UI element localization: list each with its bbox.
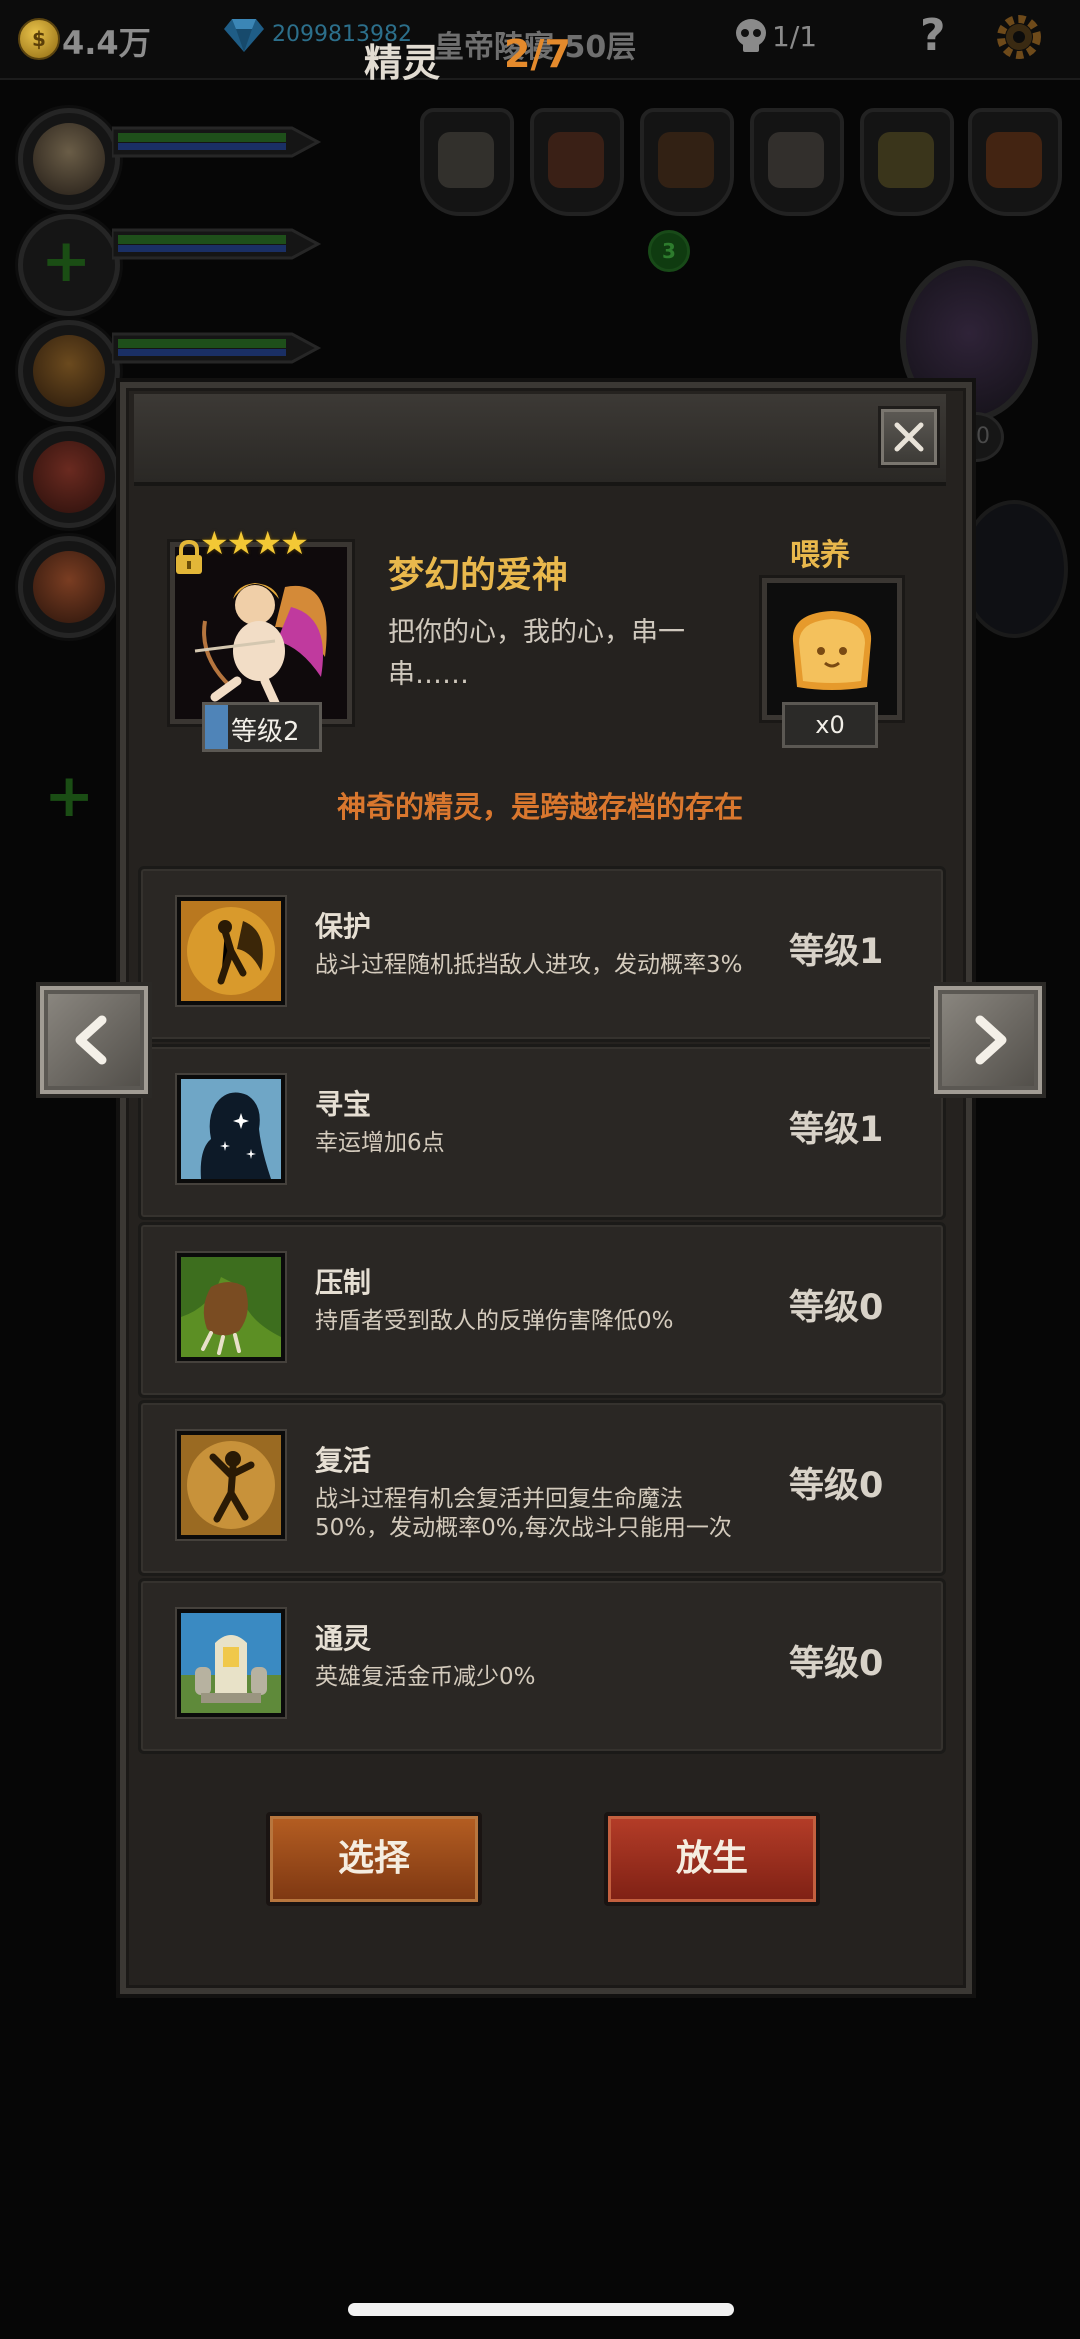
equipment-slot[interactable]	[530, 108, 624, 216]
scroll-icon	[768, 132, 824, 188]
hero-slot-1[interactable]	[18, 108, 120, 210]
hero-portrait	[33, 123, 105, 195]
spirit-description: 把你的心，我的心，串一串……	[388, 617, 685, 690]
next-spirit-button[interactable]	[930, 982, 1046, 1098]
star-rating: ★★★★	[200, 524, 309, 562]
chevron-left-icon	[75, 1015, 107, 1065]
release-button[interactable]: 放生	[604, 1812, 820, 1906]
kill-count: 1/1	[772, 20, 818, 53]
equipment-slot[interactable]	[968, 108, 1062, 216]
skill-description: 幸运增加6点	[315, 1130, 445, 1156]
hero-portrait	[33, 441, 105, 513]
equipment-slot[interactable]	[860, 108, 954, 216]
select-button[interactable]: 选择	[266, 1812, 482, 1906]
skill-description: 战斗过程有机会复活并回复生命魔法50%，发动概率0%,每次战斗只能用一次	[315, 1486, 732, 1541]
skill-level: 等级0	[789, 1288, 884, 1328]
hero-slot-3[interactable]	[18, 320, 120, 422]
spirit-count: 2/7	[504, 32, 571, 76]
skill-name: 保护	[315, 910, 372, 943]
hero-hp-bar	[112, 228, 322, 260]
skill-description: 战斗过程随机抵挡敌人进攻，发动概率3%	[315, 952, 743, 978]
helmet-icon	[438, 132, 494, 188]
skill-name: 寻宝	[315, 1088, 372, 1121]
gold-coin-icon: $	[18, 18, 60, 60]
diamond-icon	[224, 19, 264, 52]
spirit-name: 梦幻的爱神	[388, 555, 569, 596]
bread-icon	[792, 611, 872, 690]
skill-row[interactable]: 通灵 英雄复活金币减少0% 等级0	[138, 1578, 946, 1754]
bomb-icon	[658, 132, 714, 188]
hero-slot-2[interactable]: +	[18, 214, 120, 316]
skill-name: 复活	[315, 1444, 372, 1477]
skill-row[interactable]: 复活 战斗过程有机会复活并回复生命魔法50%，发动概率0%,每次战斗只能用一次 …	[138, 1400, 946, 1576]
skill-row[interactable]: 保护 战斗过程随机抵挡敌人进攻，发动概率3% 等级1	[138, 866, 946, 1042]
equipment-slot[interactable]	[420, 108, 514, 216]
hero-slot-4[interactable]	[18, 426, 120, 528]
skill-name: 通灵	[315, 1622, 372, 1655]
revive-dancer-icon	[177, 1431, 285, 1539]
spirit-quote: 神奇的精灵，是跨越存档的存在	[336, 790, 743, 824]
skill-name: 压制	[315, 1266, 372, 1299]
hero-slot-5[interactable]	[18, 536, 120, 638]
dialog-title: 精灵	[364, 41, 441, 85]
chevron-right-icon	[975, 1015, 1007, 1065]
skill-level: 等级0	[789, 1644, 884, 1684]
spirit-level-tag: 等级2	[202, 702, 322, 752]
home-indicator[interactable]	[348, 2303, 734, 2316]
feed-label: 喂养	[790, 538, 850, 573]
feed-count: x0	[782, 702, 878, 748]
skill-level: 等级1	[789, 1110, 884, 1150]
close-button[interactable]	[878, 406, 940, 468]
feather-icon	[878, 132, 934, 188]
help-button[interactable]: ?	[920, 10, 946, 61]
spirit-level: 等级2	[231, 717, 300, 747]
raven-portrait	[960, 500, 1068, 638]
tombstone-icon	[177, 1609, 285, 1717]
equipment-slot[interactable]	[750, 108, 844, 216]
previous-spirit-button[interactable]	[36, 982, 152, 1098]
sparkle-silhouette-icon	[177, 1075, 285, 1183]
dialog-header	[134, 394, 946, 486]
fairy-shield-icon	[177, 897, 285, 1005]
lock-icon[interactable]	[172, 540, 206, 576]
hero-hp-bar	[112, 332, 322, 364]
skill-description: 持盾者受到敌人的反弹伤害降低0%	[315, 1308, 674, 1334]
feed-button[interactable]	[762, 578, 902, 720]
notification-badge: 3	[648, 230, 690, 272]
hero-hp-bar	[112, 126, 322, 158]
pumpkin-icon	[986, 132, 1042, 188]
skill-level: 等级0	[789, 1466, 884, 1506]
equipment-slot[interactable]	[640, 108, 734, 216]
level-progress-fill	[205, 705, 228, 749]
add-hero-icon: +	[41, 226, 92, 296]
skill-level: 等级1	[789, 932, 884, 972]
beast-claw-icon	[177, 1253, 285, 1361]
gear-icon[interactable]	[994, 12, 1044, 62]
weapon-icon	[548, 132, 604, 188]
skill-description: 英雄复活金币减少0%	[315, 1664, 536, 1690]
skill-row[interactable]: 压制 持盾者受到敌人的反弹伤害降低0% 等级0	[138, 1222, 946, 1398]
hero-portrait	[33, 335, 105, 407]
close-icon	[894, 422, 924, 452]
hero-portrait	[33, 551, 105, 623]
gold-amount: 4.4万	[62, 24, 151, 62]
skill-row[interactable]: 寻宝 幸运增加6点 等级1	[138, 1044, 946, 1220]
skull-icon	[736, 19, 766, 52]
